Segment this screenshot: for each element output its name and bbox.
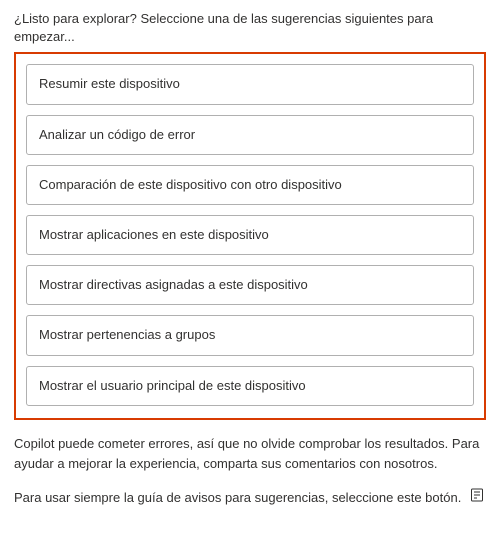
prompt-guide-icon[interactable] xyxy=(469,487,485,510)
guide-text-label: Para usar siempre la guía de avisos para… xyxy=(14,490,461,505)
suggestion-show-apps[interactable]: Mostrar aplicaciones en este dispositivo xyxy=(26,215,474,255)
disclaimer-text: Copilot puede cometer errores, así que n… xyxy=(14,434,486,476)
suggestion-show-groups[interactable]: Mostrar pertenencias a grupos xyxy=(26,315,474,355)
suggestion-compare-device[interactable]: Comparación de este dispositivo con otro… xyxy=(26,165,474,205)
suggestion-summarize-device[interactable]: Resumir este dispositivo xyxy=(26,64,474,104)
suggestion-analyze-error[interactable]: Analizar un código de error xyxy=(26,115,474,155)
guide-hint-text: Para usar siempre la guía de avisos para… xyxy=(14,487,486,510)
suggestion-show-primary-user[interactable]: Mostrar el usuario principal de este dis… xyxy=(26,366,474,406)
suggestion-show-policies[interactable]: Mostrar directivas asignadas a este disp… xyxy=(26,265,474,305)
intro-text: ¿Listo para explorar? Seleccione una de … xyxy=(14,10,486,46)
suggestions-highlight-box: Resumir este dispositivo Analizar un cód… xyxy=(14,52,486,419)
